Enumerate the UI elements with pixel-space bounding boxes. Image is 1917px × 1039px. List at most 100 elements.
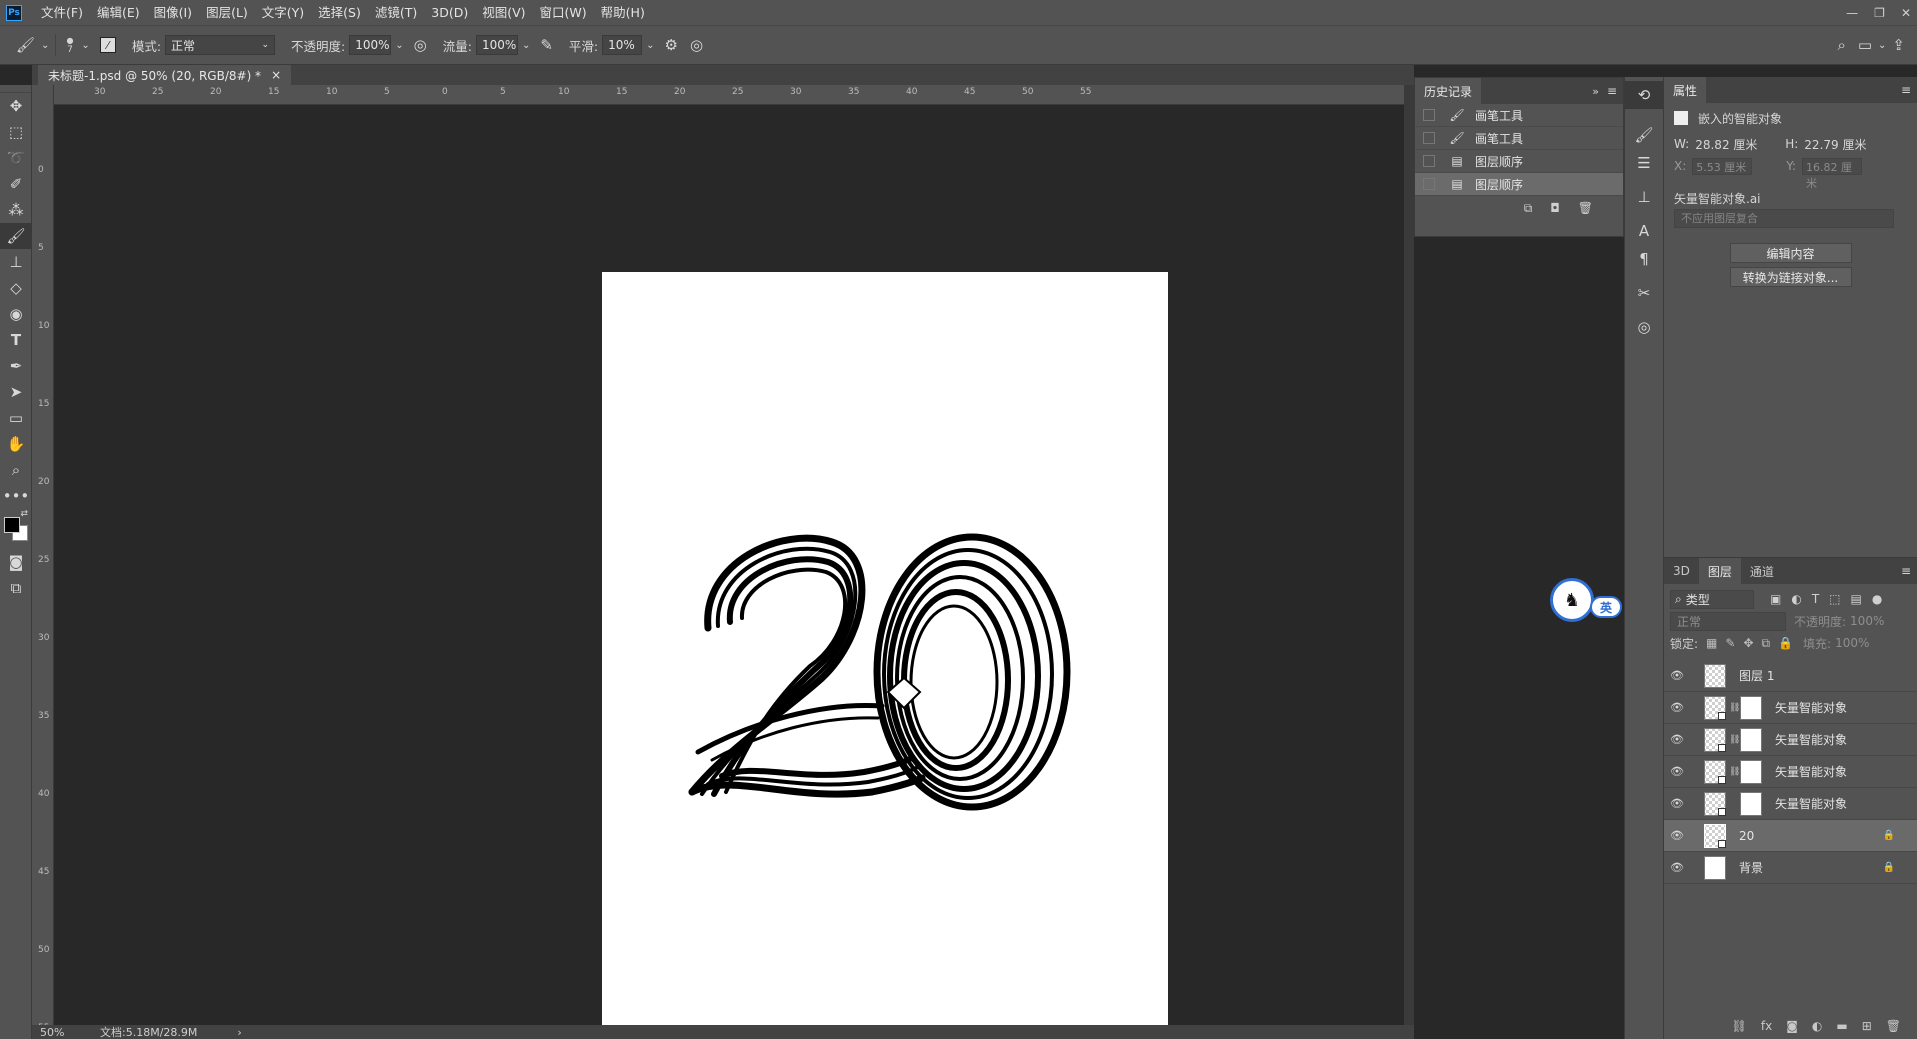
brush-panel-toggle-icon[interactable]: ⁄ xyxy=(99,37,116,53)
layer-style-icon[interactable]: fx xyxy=(1761,1019,1772,1033)
tab-3d[interactable]: 3D xyxy=(1664,558,1699,584)
quick-select-tool-icon[interactable]: ✐ xyxy=(0,171,32,197)
vertical-scrollbar[interactable] xyxy=(1404,85,1414,1025)
edit-contents-button[interactable]: 编辑内容 xyxy=(1729,243,1852,263)
x-input[interactable]: 5.53 厘米 xyxy=(1692,157,1753,175)
history-item[interactable]: 🖌 画笔工具 xyxy=(1415,104,1623,127)
pressure-size-icon[interactable]: ◎ xyxy=(690,36,703,54)
visibility-eye-icon[interactable]: 👁 xyxy=(1664,669,1690,682)
history-panel-icon[interactable]: ⟲ xyxy=(1625,81,1663,109)
lock-pixels-icon[interactable]: ✎ xyxy=(1725,636,1735,650)
menu-file[interactable]: 文件(F) xyxy=(34,0,90,25)
brush-settings-icon[interactable]: 🖌 xyxy=(1625,121,1663,149)
layer-name[interactable]: 矢量智能对象 xyxy=(1775,731,1847,748)
convert-to-linked-button[interactable]: 转换为链接对象... xyxy=(1729,267,1852,287)
layer-mask-thumbnail[interactable] xyxy=(1740,695,1762,720)
menu-3d[interactable]: 3D(D) xyxy=(424,0,475,25)
layer-row[interactable]: 👁 ⛓ 矢量智能对象 xyxy=(1664,756,1917,788)
path-select-tool-icon[interactable]: ➤ xyxy=(0,379,32,405)
close-icon[interactable]: ✕ xyxy=(1901,6,1911,20)
snapshot-checkbox[interactable] xyxy=(1423,178,1435,190)
layer-row[interactable]: 👁 图层 1 xyxy=(1664,660,1917,692)
layer-comp-select[interactable]: 不应用图层复合 xyxy=(1674,208,1894,228)
snapshot-checkbox[interactable] xyxy=(1423,132,1435,144)
mode-select[interactable]: 正常 ⌄ xyxy=(165,35,276,55)
eyedropper-tool-icon[interactable]: ⁂ xyxy=(0,197,32,223)
menu-filter[interactable]: 滤镜(T) xyxy=(368,0,424,25)
link-chain-icon[interactable]: ⛓ xyxy=(1729,767,1740,777)
toolbar-grip[interactable] xyxy=(0,85,31,93)
new-document-from-state-icon[interactable]: ⧉ xyxy=(1524,201,1533,216)
zoom-level[interactable]: 50% xyxy=(40,1026,100,1039)
camera-icon[interactable]: ◘ xyxy=(1550,201,1560,215)
layer-row[interactable]: 👁 ⛓ 矢量智能对象 xyxy=(1664,724,1917,756)
tab-history[interactable]: 历史记录 xyxy=(1415,78,1482,104)
canvas-workspace[interactable] xyxy=(54,105,1404,1039)
minimize-icon[interactable]: — xyxy=(1846,6,1858,20)
chevron-down-icon[interactable]: ⌄ xyxy=(395,40,403,51)
menu-select[interactable]: 选择(S) xyxy=(311,0,368,25)
collapse-panel-icon[interactable]: » xyxy=(1592,85,1599,98)
y-input[interactable]: 16.82 厘米 xyxy=(1802,157,1863,190)
tab-properties[interactable]: 属性 xyxy=(1664,77,1707,103)
close-tab-icon[interactable]: × xyxy=(271,68,281,82)
tools-icon[interactable]: ✂ xyxy=(1625,279,1663,307)
filter-smart-object-icon[interactable]: ▤ xyxy=(1851,592,1862,606)
link-layers-icon[interactable]: ⛓ xyxy=(1732,1019,1747,1033)
eraser-tool-icon[interactable]: ◇ xyxy=(0,275,32,301)
new-layer-icon[interactable]: ⊞ xyxy=(1862,1019,1872,1033)
gear-icon[interactable]: ⚙ xyxy=(665,36,678,54)
foreground-color-swatch[interactable] xyxy=(4,517,20,533)
snapshot-checkbox[interactable] xyxy=(1423,155,1435,167)
move-tool-icon[interactable]: ✥ xyxy=(0,93,32,119)
document-canvas[interactable] xyxy=(602,272,1168,1039)
panel-menu-icon[interactable]: ≡ xyxy=(1901,564,1911,578)
pen-tool-icon[interactable]: ✒ xyxy=(0,353,32,379)
restore-icon[interactable]: ❐ xyxy=(1874,6,1885,20)
character-icon[interactable]: A xyxy=(1625,217,1663,245)
lasso-tool-icon[interactable]: ➰ xyxy=(0,145,32,171)
fill-value[interactable]: 100% xyxy=(1835,636,1869,650)
blend-mode-select[interactable]: 正常 xyxy=(1670,611,1786,631)
layer-mask-thumbnail[interactable] xyxy=(1740,759,1762,784)
menu-view[interactable]: 视图(V) xyxy=(475,0,532,25)
filter-shape-icon[interactable]: ⬚ xyxy=(1829,592,1840,606)
paint-bucket-tool-icon[interactable]: ◉ xyxy=(0,301,32,327)
tab-channels[interactable]: 通道 xyxy=(1741,558,1783,584)
pressure-opacity-icon[interactable]: ◎ xyxy=(414,36,427,54)
marquee-tool-icon[interactable]: ⬚ xyxy=(0,119,32,145)
stamp-tool-icon[interactable]: ⊥ xyxy=(0,249,32,275)
panel-menu-icon[interactable]: ≡ xyxy=(1607,84,1617,98)
clone-source-icon[interactable]: ⊥ xyxy=(1625,183,1663,211)
layer-name[interactable]: 20 xyxy=(1739,829,1754,843)
filter-toggle-icon[interactable]: ● xyxy=(1872,592,1882,606)
trash-icon[interactable]: 🗑 xyxy=(1886,1019,1901,1033)
adjustment-layer-icon[interactable]: ◐ xyxy=(1812,1019,1822,1033)
swap-colors-icon[interactable]: ⇄ xyxy=(20,509,28,519)
type-tool-icon[interactable]: T xyxy=(0,327,32,353)
opacity-input[interactable]: 100% xyxy=(349,35,392,55)
lock-artboard-icon[interactable]: ⧉ xyxy=(1762,636,1771,651)
brush-tool-icon[interactable]: 🖌 xyxy=(0,223,32,249)
menu-layer[interactable]: 图层(L) xyxy=(199,0,255,25)
menu-image[interactable]: 图像(I) xyxy=(147,0,199,25)
chevron-down-icon[interactable]: ⌄ xyxy=(646,40,654,51)
screen-mode-icon[interactable]: ⧉ xyxy=(0,575,32,601)
zoom-tool-icon[interactable]: ⌕ xyxy=(0,457,32,483)
history-item[interactable]: ▤ 图层顺序 xyxy=(1415,173,1623,196)
layer-opacity-value[interactable]: 100% xyxy=(1850,614,1884,628)
layer-row[interactable]: 👁 ⛓ 矢量智能对象 xyxy=(1664,692,1917,724)
rectangle-tool-icon[interactable]: ▭ xyxy=(0,405,32,431)
airbrush-icon[interactable]: ✎ xyxy=(540,36,553,54)
history-item[interactable]: 🖌 画笔工具 xyxy=(1415,127,1623,150)
layer-name[interactable]: 图层 1 xyxy=(1739,667,1774,684)
workspace-icon[interactable]: ▭ xyxy=(1858,36,1872,54)
visibility-eye-icon[interactable]: 👁 xyxy=(1664,861,1690,874)
visibility-eye-icon[interactable]: 👁 xyxy=(1664,701,1690,714)
visibility-eye-icon[interactable]: 👁 xyxy=(1664,733,1690,746)
layer-mask-thumbnail[interactable] xyxy=(1740,727,1762,752)
menu-help[interactable]: 帮助(H) xyxy=(594,0,652,25)
layer-mask-thumbnail[interactable] xyxy=(1740,791,1762,816)
chevron-right-icon[interactable]: › xyxy=(237,1026,241,1039)
visibility-eye-icon[interactable]: 👁 xyxy=(1664,797,1690,810)
